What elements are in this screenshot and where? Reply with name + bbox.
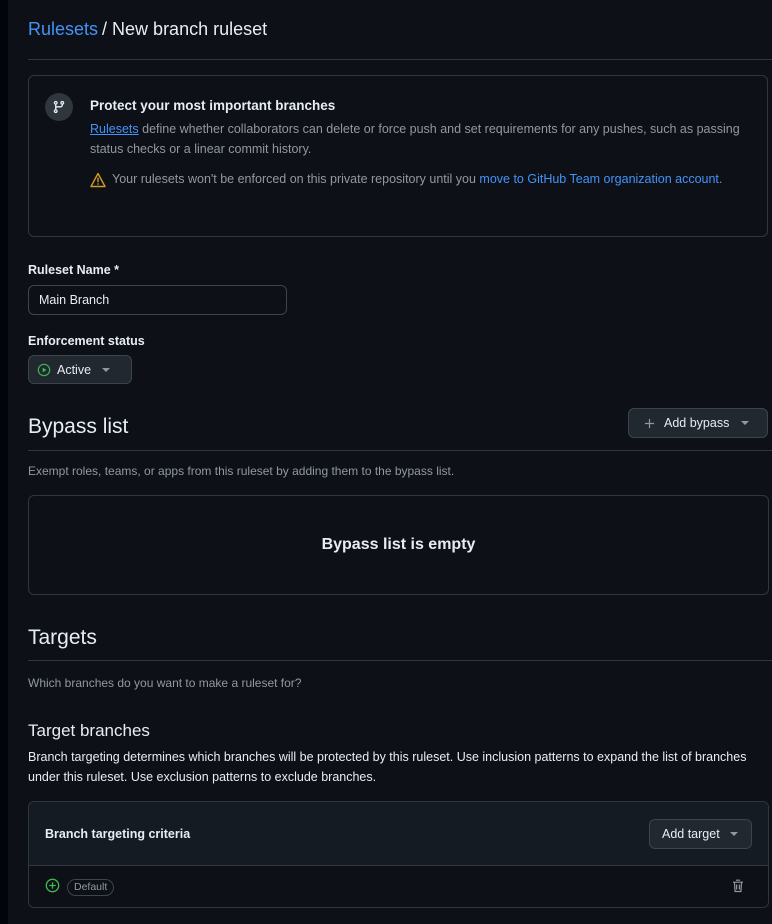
branch-targeting-panel: Branch targeting criteria Add target Def… xyxy=(28,801,769,908)
add-bypass-label: Add bypass xyxy=(664,416,730,430)
breadcrumb-separator: / xyxy=(102,19,108,39)
bypass-list-empty-state: Bypass list is empty xyxy=(28,495,769,595)
list-item: Default xyxy=(29,866,768,907)
bypass-empty-text: Bypass list is empty xyxy=(321,536,476,553)
notice-title: Protect your most important branches xyxy=(90,98,336,113)
enforcement-warning: Your rulesets won't be enforced on this … xyxy=(112,169,752,189)
divider xyxy=(28,660,772,661)
add-target-label: Add target xyxy=(662,827,720,841)
branch-targeting-header: Branch targeting criteria Add target xyxy=(29,802,768,866)
trash-icon[interactable] xyxy=(731,878,745,894)
ruleset-name-input[interactable] xyxy=(28,285,287,315)
targets-heading: Targets xyxy=(28,626,97,649)
warning-text: Your rulesets won't be enforced on this … xyxy=(112,172,480,186)
rulesets-docs-link[interactable]: Rulesets xyxy=(90,122,139,136)
divider xyxy=(28,450,772,451)
bypass-list-heading: Bypass list xyxy=(28,415,129,438)
chevron-down-icon xyxy=(741,421,750,425)
notice-description: Rulesets define whether collaborators ca… xyxy=(90,119,750,159)
ruleset-page: Rulesets / New branch ruleset Protect yo… xyxy=(8,0,772,924)
add-bypass-button[interactable]: Add bypass xyxy=(628,408,768,438)
notice-description-text: define whether collaborators can delete … xyxy=(90,122,740,156)
plus-icon xyxy=(644,418,655,428)
chevron-down-icon xyxy=(729,832,738,836)
target-branches-heading: Target branches xyxy=(28,721,150,740)
play-circle-icon xyxy=(37,363,51,376)
add-target-button[interactable]: Add target xyxy=(649,819,752,849)
breadcrumb: Rulesets / New branch ruleset xyxy=(28,0,772,60)
breadcrumb-rulesets-link[interactable]: Rulesets xyxy=(28,19,98,40)
ruleset-name-label: Ruleset Name * xyxy=(28,263,120,277)
enforcement-status-value: Active xyxy=(57,362,92,377)
alert-icon xyxy=(90,172,106,188)
enforcement-status-dropdown[interactable]: Active xyxy=(28,355,132,384)
bypass-list-description: Exempt roles, teams, or apps from this r… xyxy=(28,464,455,478)
chevron-down-icon xyxy=(102,367,111,372)
page-title: New branch ruleset xyxy=(112,19,268,39)
branch-targeting-title: Branch targeting criteria xyxy=(45,827,191,841)
plus-circle-icon xyxy=(45,878,60,893)
upgrade-link[interactable]: move to GitHub Team organization account… xyxy=(479,172,722,186)
protect-branches-notice: Protect your most important branches Rul… xyxy=(28,75,768,237)
enforcement-status-label: Enforcement status xyxy=(28,334,145,348)
branch-icon xyxy=(45,93,73,121)
target-branches-description: Branch targeting determines which branch… xyxy=(28,750,747,784)
default-branch-pill: Default xyxy=(67,879,115,896)
targets-description: Which branches do you want to make a rul… xyxy=(28,676,302,690)
